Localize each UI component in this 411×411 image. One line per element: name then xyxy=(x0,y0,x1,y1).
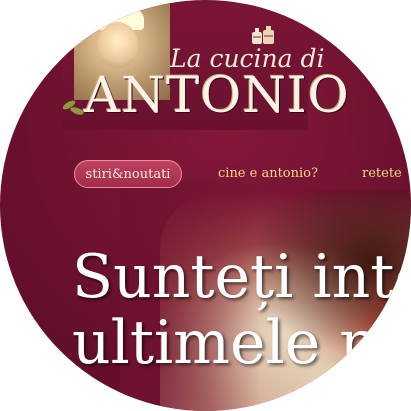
logo-brand-name: ANTONIO xyxy=(84,66,350,124)
chef-face-shape xyxy=(98,22,138,68)
hero-headline-line2: ultimele r xyxy=(72,308,368,378)
cooking-pots-icon xyxy=(252,26,274,44)
page-viewport: La cucina di ANTONIO stiri&noutati cine … xyxy=(0,0,411,411)
leaf-decoration-icon xyxy=(69,105,85,117)
nav-tab-stiri-noutati[interactable]: stiri&noutati xyxy=(74,160,182,188)
nav-tab-cine-e-antonio[interactable]: cine e antonio? xyxy=(218,166,318,181)
hero-headline: Sunteți inte ultimele r xyxy=(72,244,411,376)
nav-tab-retete[interactable]: retete xyxy=(362,166,402,181)
nav-tab-label: stiri&noutati xyxy=(85,166,171,182)
hero-headline-line1: Sunteți inte xyxy=(72,242,411,312)
site-logo[interactable]: La cucina di ANTONIO xyxy=(61,4,349,130)
